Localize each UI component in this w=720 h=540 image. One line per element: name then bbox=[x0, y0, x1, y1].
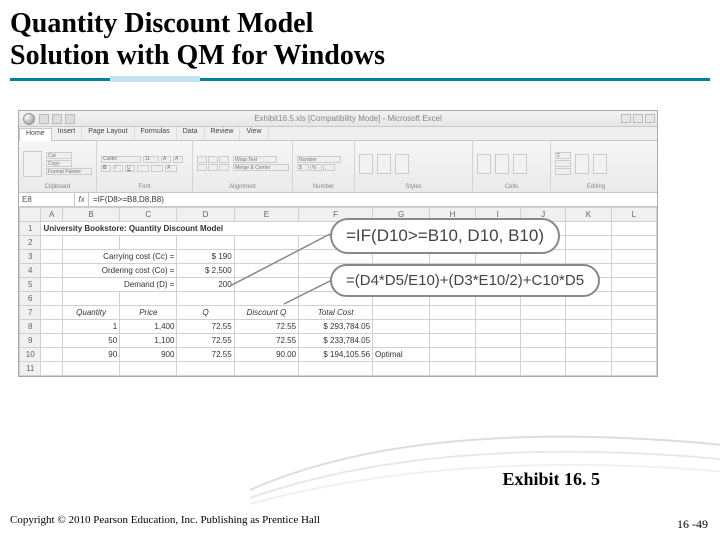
find-select-icon bbox=[593, 154, 607, 174]
cut-btn: Cut bbox=[46, 152, 72, 159]
sort-filter-icon bbox=[575, 154, 589, 174]
ordering-cost-val: $ 2,500 bbox=[177, 264, 234, 278]
group-cells: Cells bbox=[477, 184, 546, 190]
callout-formula-if: =IF(D10>=B10, D10, B10) bbox=[330, 218, 560, 254]
copy-btn: Copy bbox=[46, 160, 72, 167]
ribbon-tabs: Home Insert Page Layout Formulas Data Re… bbox=[19, 127, 657, 141]
carrying-cost-label: Carrying cost (Cc) = bbox=[62, 250, 177, 264]
carrying-cost-val: $ 190 bbox=[177, 250, 234, 264]
group-font: Font bbox=[101, 184, 188, 190]
title-line-1: Quantity Discount Model bbox=[10, 8, 313, 39]
wrap-text-btn: Wrap Text bbox=[233, 156, 277, 163]
close-icon bbox=[645, 114, 655, 123]
format-cell-icon bbox=[513, 154, 527, 174]
formula-bar: =IF(D8>=B8,D8,B8) bbox=[89, 193, 657, 206]
hdr-total-cost: Total Cost bbox=[299, 306, 373, 320]
ribbon: Cut Copy Format Painter Clipboard Calibr… bbox=[19, 141, 657, 193]
demand-label: Demand (D) = bbox=[62, 278, 177, 292]
office-orb-icon bbox=[23, 113, 35, 125]
group-clipboard: Clipboard bbox=[23, 184, 92, 190]
tab-home: Home bbox=[19, 128, 52, 141]
excel-titlebar: Exhibit16.5.xls [Compatibility Mode] - M… bbox=[19, 111, 657, 127]
callout-formula-totalcost: =(D4*D5/E10)+(D3*E10/2)+C10*D5 bbox=[330, 264, 600, 297]
qat-undo-icon bbox=[52, 114, 62, 124]
group-editing: Editing bbox=[555, 184, 637, 190]
tab-data: Data bbox=[177, 127, 205, 140]
demand-val: 200 bbox=[177, 278, 234, 292]
slide-swoosh bbox=[250, 400, 720, 510]
copyright: Copyright © 2010 Pearson Education, Inc.… bbox=[10, 514, 370, 526]
maximize-icon bbox=[633, 114, 643, 123]
hdr-discount-q: Discount Q bbox=[234, 306, 298, 320]
col-a: A bbox=[41, 208, 62, 222]
title-accent bbox=[110, 76, 200, 82]
col-c: C bbox=[120, 208, 177, 222]
ordering-cost-label: Ordering cost (Co) = bbox=[62, 264, 177, 278]
title-line-2: Solution with QM for Windows bbox=[10, 40, 385, 71]
slide-title: Quantity Discount Model Solution with QM… bbox=[0, 0, 720, 76]
format-table-icon bbox=[377, 154, 391, 174]
window-title: Exhibit16.5.xls [Compatibility Mode] - M… bbox=[75, 114, 621, 123]
col-e: E bbox=[234, 208, 298, 222]
insert-cell-icon bbox=[477, 154, 491, 174]
tab-insert: Insert bbox=[52, 127, 83, 140]
tab-formulas: Formulas bbox=[135, 127, 177, 140]
name-box: E8 bbox=[19, 193, 75, 206]
quick-access-toolbar bbox=[39, 114, 75, 124]
cond-format-icon bbox=[359, 154, 373, 174]
tab-review: Review bbox=[205, 127, 241, 140]
col-b: B bbox=[62, 208, 119, 222]
exhibit-label: Exhibit 16. 5 bbox=[502, 469, 600, 490]
qat-save-icon bbox=[39, 114, 49, 124]
minimize-icon bbox=[621, 114, 631, 123]
hdr-price: Price bbox=[120, 306, 177, 320]
fx-icon: fx bbox=[75, 193, 89, 206]
group-alignment: Alignment bbox=[197, 184, 288, 190]
group-styles: Styles bbox=[359, 184, 468, 190]
format-painter-btn: Format Painter bbox=[46, 168, 92, 175]
page-number: 16 -49 bbox=[677, 517, 708, 532]
cell-styles-icon bbox=[395, 154, 409, 174]
delete-cell-icon bbox=[495, 154, 509, 174]
optimal-label: Optimal bbox=[373, 348, 430, 362]
col-k: K bbox=[566, 208, 611, 222]
qat-redo-icon bbox=[65, 114, 75, 124]
tab-page-layout: Page Layout bbox=[82, 127, 134, 140]
col-l: L bbox=[611, 208, 656, 222]
hdr-q: Q bbox=[177, 306, 234, 320]
hdr-quantity: Quantity bbox=[62, 306, 119, 320]
paste-icon bbox=[23, 151, 42, 177]
col-d: D bbox=[177, 208, 234, 222]
merge-center-btn: Merge & Center bbox=[233, 164, 289, 171]
group-number: Number bbox=[297, 184, 350, 190]
tab-view: View bbox=[240, 127, 268, 140]
sheet-title: University Bookstore: Quantity Discount … bbox=[41, 222, 373, 236]
